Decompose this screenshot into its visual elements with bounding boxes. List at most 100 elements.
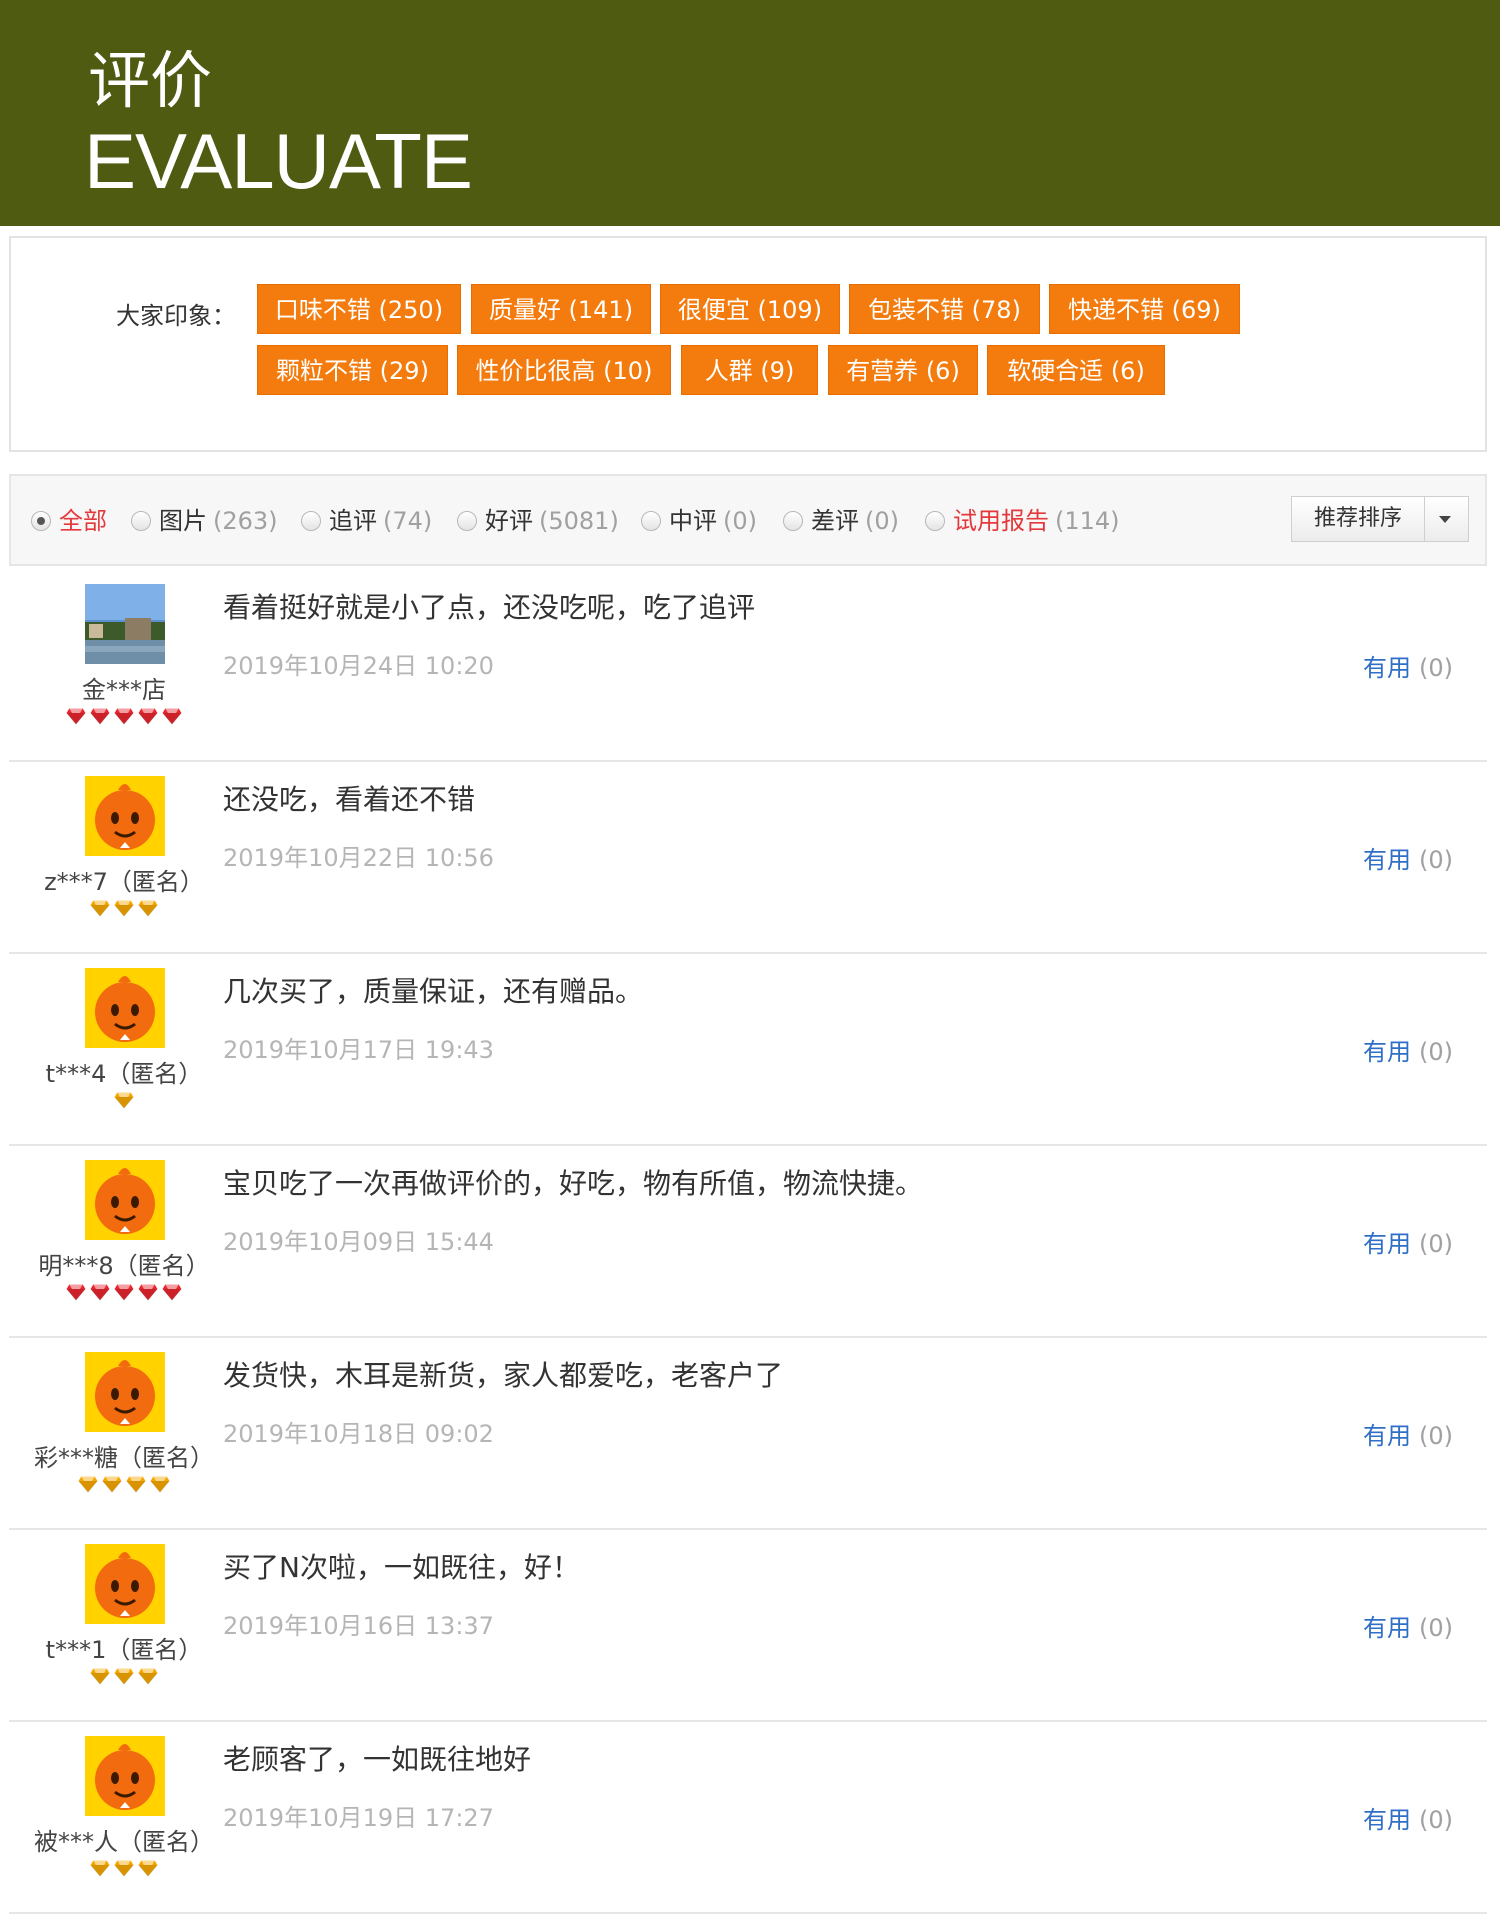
filter-label: 试用报告 — [953, 507, 1049, 535]
useful-count: (0) — [1419, 654, 1453, 682]
sort-dropdown[interactable]: 推荐排序 — [1291, 496, 1469, 542]
impression-tag[interactable]: 颗粒不错 (29) — [257, 345, 448, 395]
useful-button[interactable]: 有用 (0) — [1363, 1224, 1453, 1259]
filter-neutral[interactable]: 中评 (0) — [641, 504, 757, 538]
useful-button[interactable]: 有用 (0) — [1363, 840, 1453, 875]
avatar[interactable] — [85, 1160, 165, 1240]
useful-count: (0) — [1419, 846, 1453, 874]
filter-positive[interactable]: 好评 (5081) — [457, 504, 619, 538]
review-item: 金***店 看着挺好就是小了点，还没吃呢，吃了追评 2019年10月24日 10:2… — [9, 570, 1487, 762]
useful-button[interactable]: 有用 (0) — [1363, 1800, 1453, 1835]
useful-count: (0) — [1419, 1614, 1453, 1642]
reviewer-nickname: z***7（匿名） — [44, 868, 204, 896]
filter-count: (0) — [723, 507, 757, 535]
reviewer-nickname: t***1（匿名） — [45, 1636, 203, 1664]
useful-label[interactable]: 有用 — [1363, 1230, 1411, 1258]
reviewer-nickname: 被***人（匿名） — [34, 1828, 214, 1856]
review-date: 2019年10月22日 10:56 — [223, 844, 494, 872]
filter-count: (114) — [1055, 507, 1120, 535]
radio-icon[interactable] — [925, 511, 945, 531]
header-title-cn: 评价 — [88, 44, 213, 117]
useful-label[interactable]: 有用 — [1363, 1422, 1411, 1450]
useful-count: (0) — [1419, 1806, 1453, 1834]
chevron-down-icon[interactable] — [1439, 516, 1451, 523]
filter-label: 好评 — [485, 507, 533, 535]
radio-icon[interactable] — [783, 511, 803, 531]
review-content: 还没吃，看着还不错 — [223, 783, 476, 816]
avatar[interactable] — [85, 1736, 165, 1816]
radio-icon[interactable] — [31, 511, 51, 531]
member-level-diamond-icon — [9, 1666, 239, 1688]
review-content: 老顾客了，一如既往地好 — [223, 1743, 532, 1776]
impression-tag[interactable]: 性价比很高 (10) — [457, 345, 671, 395]
radio-icon[interactable] — [131, 511, 151, 531]
filter-negative[interactable]: 差评 (0) — [783, 504, 899, 538]
review-date: 2019年10月19日 17:27 — [223, 1804, 494, 1832]
filter-trial-report[interactable]: 试用报告 (114) — [925, 504, 1120, 538]
impressions-panel: 大家印象： 口味不错 (250) 质量好 (141) 很便宜 (109) 包装不… — [9, 236, 1487, 452]
radio-icon[interactable] — [641, 511, 661, 531]
filter-label: 中评 — [669, 507, 717, 535]
impression-tag[interactable]: 口味不错 (250) — [257, 284, 461, 334]
review-content: 发货快，木耳是新货，家人都爱吃，老客户了 — [223, 1359, 784, 1392]
review-item: 被***人（匿名） 老顾客了，一如既往地好 2019年10月19日 17:27 有用 (… — [9, 1722, 1487, 1914]
useful-button[interactable]: 有用 (0) — [1363, 648, 1453, 683]
filter-count: (0) — [865, 507, 899, 535]
review-content: 买了N次啦，一如既往，好！ — [223, 1551, 580, 1584]
reviewer-nickname: 明***8（匿名） — [38, 1252, 210, 1280]
filter-label: 追评 — [329, 507, 377, 535]
filter-images[interactable]: 图片 (263) — [131, 504, 278, 538]
avatar[interactable] — [85, 968, 165, 1048]
filter-label: 差评 — [811, 507, 859, 535]
avatar[interactable] — [85, 1352, 165, 1432]
useful-count: (0) — [1419, 1038, 1453, 1066]
avatar[interactable] — [85, 776, 165, 856]
sort-label: 推荐排序 — [1292, 497, 1425, 541]
impression-tag[interactable]: 人群 (9) — [681, 345, 818, 395]
filter-count: (5081) — [539, 507, 619, 535]
radio-icon[interactable] — [457, 511, 477, 531]
filter-all[interactable]: 全部 — [31, 504, 113, 538]
avatar[interactable] — [85, 1544, 165, 1624]
useful-button[interactable]: 有用 (0) — [1363, 1416, 1453, 1451]
useful-label[interactable]: 有用 — [1363, 846, 1411, 874]
impression-tag[interactable]: 很便宜 (109) — [660, 284, 840, 334]
filter-followup[interactable]: 追评 (74) — [301, 504, 432, 538]
impression-tag[interactable]: 包装不错 (78) — [849, 284, 1040, 334]
impression-tag[interactable]: 质量好 (141) — [471, 284, 651, 334]
review-date: 2019年10月09日 15:44 — [223, 1228, 494, 1256]
useful-label[interactable]: 有用 — [1363, 1806, 1411, 1834]
review-content: 看着挺好就是小了点，还没吃呢，吃了追评 — [223, 591, 756, 624]
useful-label[interactable]: 有用 — [1363, 1614, 1411, 1642]
useful-label[interactable]: 有用 — [1363, 1038, 1411, 1066]
review-date: 2019年10月16日 13:37 — [223, 1612, 494, 1640]
useful-label[interactable]: 有用 — [1363, 654, 1411, 682]
filter-count: (263) — [213, 507, 278, 535]
radio-icon[interactable] — [301, 511, 321, 531]
review-item: t***4（匿名） 几次买了，质量保证，还有赠品。 2019年10月17日 19:4… — [9, 954, 1487, 1146]
reviewer-nickname: 金***店 — [82, 676, 166, 704]
reviewer-nickname: t***4（匿名） — [45, 1060, 203, 1088]
member-level-diamond-icon — [9, 1090, 239, 1112]
header-title-en: EVALUATE — [84, 117, 473, 205]
useful-count: (0) — [1419, 1230, 1453, 1258]
member-level-diamond-icon — [9, 1474, 239, 1496]
review-content: 几次买了，质量保证，还有赠品。 — [223, 975, 644, 1008]
filter-bar: 全部 图片 (263) 追评 (74) 好评 (5081) 中评 (0) 差评 (0) 试… — [9, 474, 1487, 566]
review-item: t***1（匿名） 买了N次啦，一如既往，好！ 2019年10月16日 13:37 有… — [9, 1530, 1487, 1722]
page-header: 评价 EVALUATE — [0, 0, 1500, 226]
member-level-diamond-icon — [9, 898, 239, 920]
useful-button[interactable]: 有用 (0) — [1363, 1608, 1453, 1643]
filter-label: 全部 — [59, 507, 107, 535]
impression-tag[interactable]: 有营养 (6) — [828, 345, 978, 395]
useful-button[interactable]: 有用 (0) — [1363, 1032, 1453, 1067]
review-date: 2019年10月17日 19:43 — [223, 1036, 494, 1064]
impression-tag[interactable]: 软硬合适 (6) — [987, 345, 1165, 395]
filter-label: 图片 — [159, 507, 207, 535]
impression-tag[interactable]: 快递不错 (69) — [1049, 284, 1240, 334]
member-level-diamond-icon — [9, 1282, 239, 1304]
filter-count: (74) — [383, 507, 433, 535]
avatar[interactable] — [85, 584, 165, 664]
impressions-label: 大家印象： — [116, 302, 236, 330]
review-item: z***7（匿名） 还没吃，看着还不错 2019年10月22日 10:56 有用 (0) — [9, 762, 1487, 954]
